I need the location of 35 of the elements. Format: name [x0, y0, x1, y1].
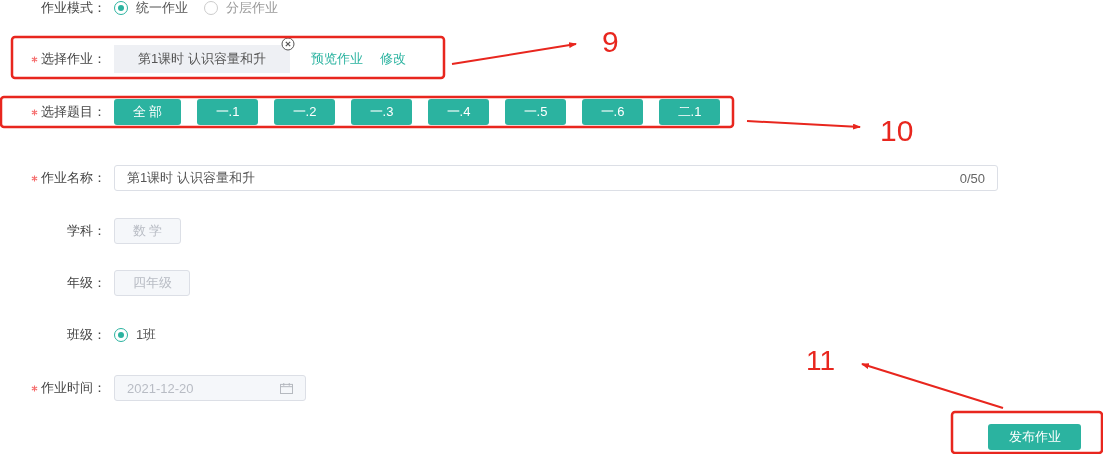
grade-field[interactable]: 四年级 [114, 270, 190, 296]
name-input-field[interactable]: 第1课时 认识容量和升 0/50 [114, 165, 998, 191]
question-button[interactable]: 一.1 [197, 99, 258, 125]
annotation-number: 9 [602, 25, 619, 58]
required-asterisk-icon [31, 174, 38, 182]
question-button[interactable]: 二.1 [659, 99, 720, 125]
annotation-number: 11 [806, 345, 836, 376]
text-link[interactable]: 修改 [380, 50, 406, 68]
field-label: 班级： [67, 326, 106, 344]
text-link[interactable]: 预览作业 [311, 50, 363, 68]
question-button[interactable]: 一.4 [428, 99, 489, 125]
calendar-icon [280, 382, 293, 394]
subject-field[interactable]: 数 学 [114, 218, 181, 244]
required-asterisk-icon [31, 108, 38, 116]
question-button[interactable]: 一.3 [351, 99, 412, 125]
radio-option[interactable]: 1班 [114, 326, 157, 344]
field-label: 选择作业： [41, 50, 106, 68]
publish-button[interactable]: 发布作业 [988, 424, 1081, 450]
question-button[interactable]: 全 部 [114, 99, 181, 125]
question-button[interactable]: 一.5 [505, 99, 566, 125]
required-asterisk-icon [31, 55, 38, 63]
required-asterisk-icon [31, 384, 38, 392]
field-label: 选择题目： [41, 103, 106, 121]
field-label: 学科： [67, 222, 106, 240]
annotation-number: 10 [880, 114, 914, 147]
radio-option[interactable]: 分层作业 [204, 0, 278, 17]
field-label: 作业名称： [41, 169, 106, 187]
radio-option[interactable]: 统一作业 [114, 0, 188, 17]
date-field[interactable]: 2021-12-20 [114, 375, 306, 401]
close-icon[interactable] [281, 37, 295, 51]
question-button[interactable]: 一.2 [274, 99, 335, 125]
field-label: 作业模式： [41, 0, 106, 17]
field-label: 作业时间： [41, 379, 106, 397]
question-button[interactable]: 一.6 [582, 99, 643, 125]
field-label: 年级： [67, 274, 106, 292]
